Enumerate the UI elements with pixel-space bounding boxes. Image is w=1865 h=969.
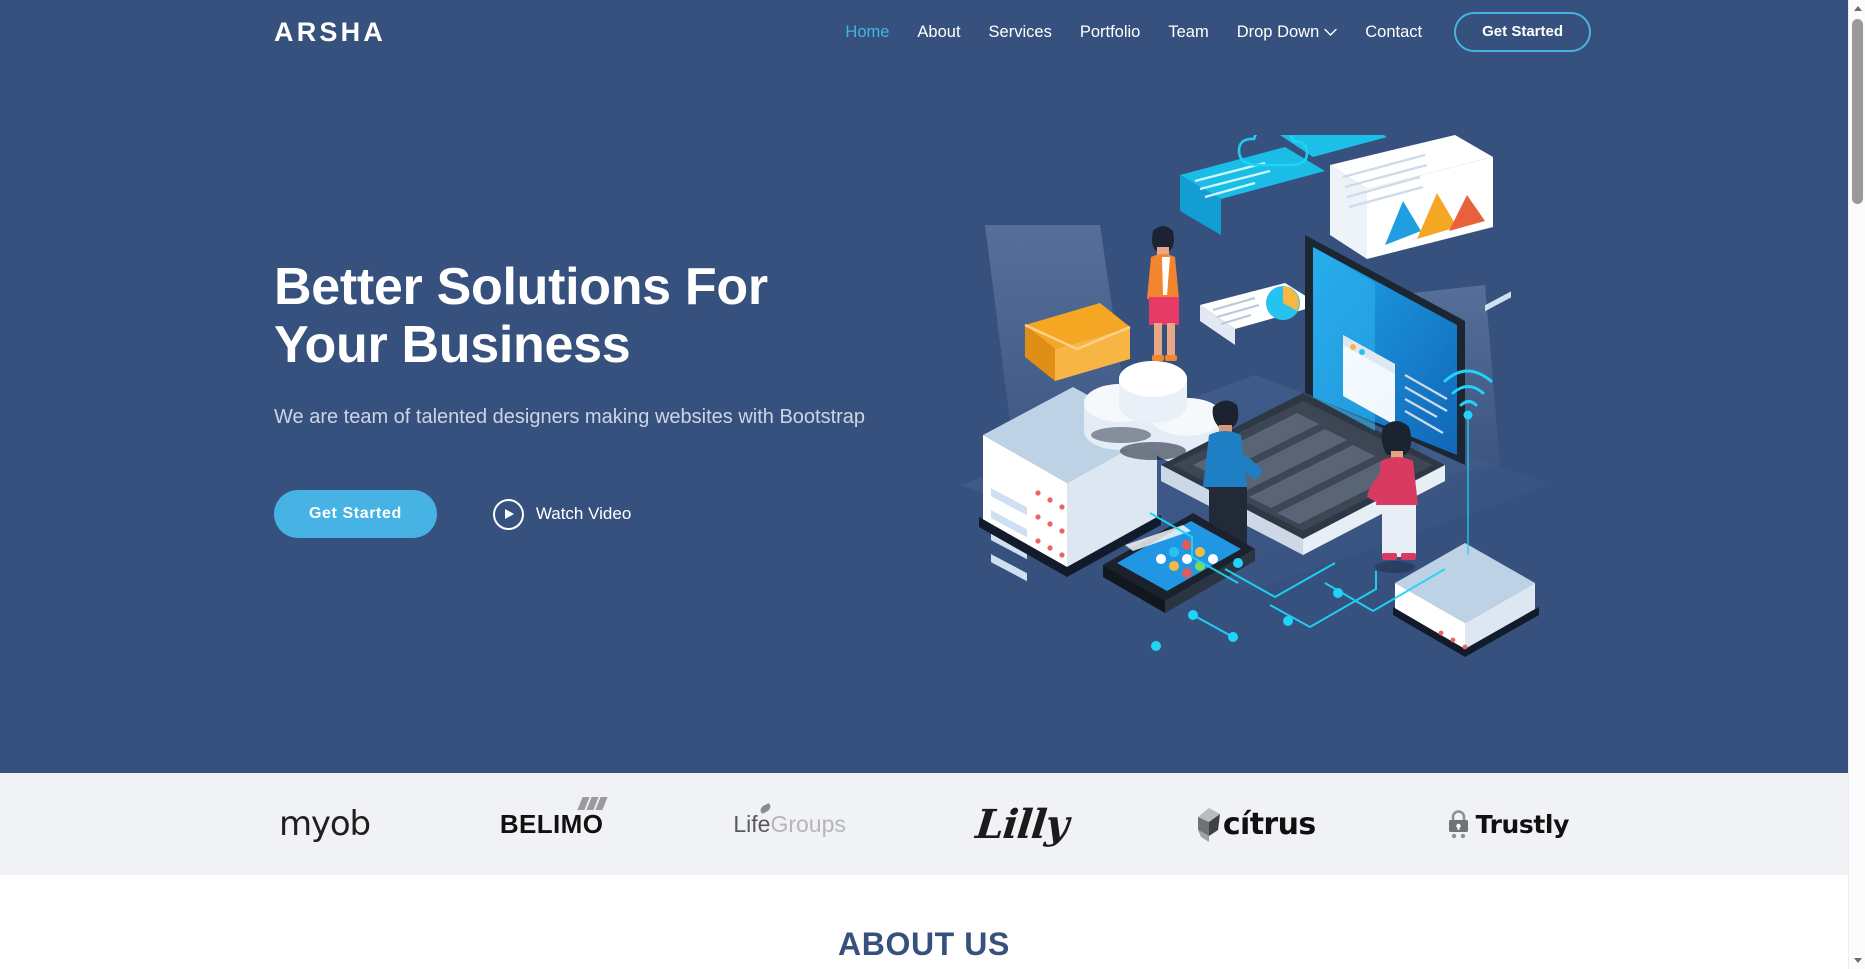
hero-subtitle: We are team of talented designers making… xyxy=(274,406,866,429)
chevron-down-icon xyxy=(1324,28,1337,37)
hero-title: Better Solutions For Your Business xyxy=(274,258,768,375)
watch-video-label: Watch Video xyxy=(535,504,632,524)
nav-get-started-button[interactable]: Get Started xyxy=(1454,12,1591,52)
hero-illustration xyxy=(925,135,1585,675)
site-header: ARSHA Home About Services Portfolio Team… xyxy=(0,0,1848,61)
client-logo-lifegroups[interactable]: LifeGroups xyxy=(733,794,846,854)
lifegroups-logo-secondary: Groups xyxy=(770,810,846,837)
citrus-logo-text: cítrus xyxy=(1222,806,1316,842)
trustly-logo-text: Trustly xyxy=(1475,809,1570,839)
nav-item-home[interactable]: Home xyxy=(831,14,903,50)
belimo-logo-text: BELIMO xyxy=(499,808,604,839)
lilly-logo-text: Lilly xyxy=(973,800,1071,848)
page-viewport: ARSHA Home About Services Portfolio Team… xyxy=(0,0,1848,969)
nav-item-services[interactable]: Services xyxy=(975,14,1066,50)
lifegroups-logo-primary: Life xyxy=(733,810,771,837)
clients-section: myob BELIMO LifeGroups Lilly cítrus Trus… xyxy=(0,773,1848,875)
scrollbar-arrow-down-icon[interactable] xyxy=(1849,952,1865,969)
browser-page: ARSHA Home About Services Portfolio Team… xyxy=(0,0,1865,969)
client-logo-myob[interactable]: myob xyxy=(279,794,371,854)
nav-item-team[interactable]: Team xyxy=(1154,14,1222,50)
myob-logo-text: myob xyxy=(279,804,371,844)
about-section: ABOUT US xyxy=(0,875,1848,969)
hero-content: Better Solutions For Your Business We ar… xyxy=(274,258,894,539)
watch-video-button[interactable]: Watch Video xyxy=(492,498,632,530)
client-logo-trustly[interactable]: Trustly xyxy=(1446,794,1569,854)
page-scrollbar[interactable] xyxy=(1848,0,1865,969)
clients-logo-row: myob BELIMO LifeGroups Lilly cítrus Trus… xyxy=(279,794,1569,854)
main-navigation: Home About Services Portfolio Team Drop … xyxy=(831,12,1591,52)
nav-item-drop-down[interactable]: Drop Down xyxy=(1223,14,1352,50)
belimo-slash-icon xyxy=(577,796,608,810)
nav-item-portfolio[interactable]: Portfolio xyxy=(1066,14,1155,50)
citrus-mark-icon xyxy=(1197,808,1220,842)
client-logo-citrus[interactable]: cítrus xyxy=(1197,794,1316,854)
client-logo-belimo[interactable]: BELIMO xyxy=(499,794,608,854)
nav-item-about[interactable]: About xyxy=(903,14,974,50)
about-title: ABOUT US xyxy=(838,926,1010,962)
hero-actions: Get Started Watch Video xyxy=(274,490,894,539)
hero-get-started-button[interactable]: Get Started xyxy=(274,490,437,539)
site-logo[interactable]: ARSHA xyxy=(274,17,386,47)
client-logo-lilly[interactable]: Lilly xyxy=(973,794,1071,854)
nav-item-drop-down-label: Drop Down xyxy=(1236,23,1320,41)
lock-cart-icon xyxy=(1446,809,1471,839)
hero-section: ARSHA Home About Services Portfolio Team… xyxy=(0,0,1848,773)
scrollbar-arrow-up-icon[interactable] xyxy=(1849,0,1865,17)
scrollbar-thumb[interactable] xyxy=(1852,19,1863,204)
nav-item-contact[interactable]: Contact xyxy=(1351,14,1436,50)
play-icon xyxy=(492,498,524,530)
